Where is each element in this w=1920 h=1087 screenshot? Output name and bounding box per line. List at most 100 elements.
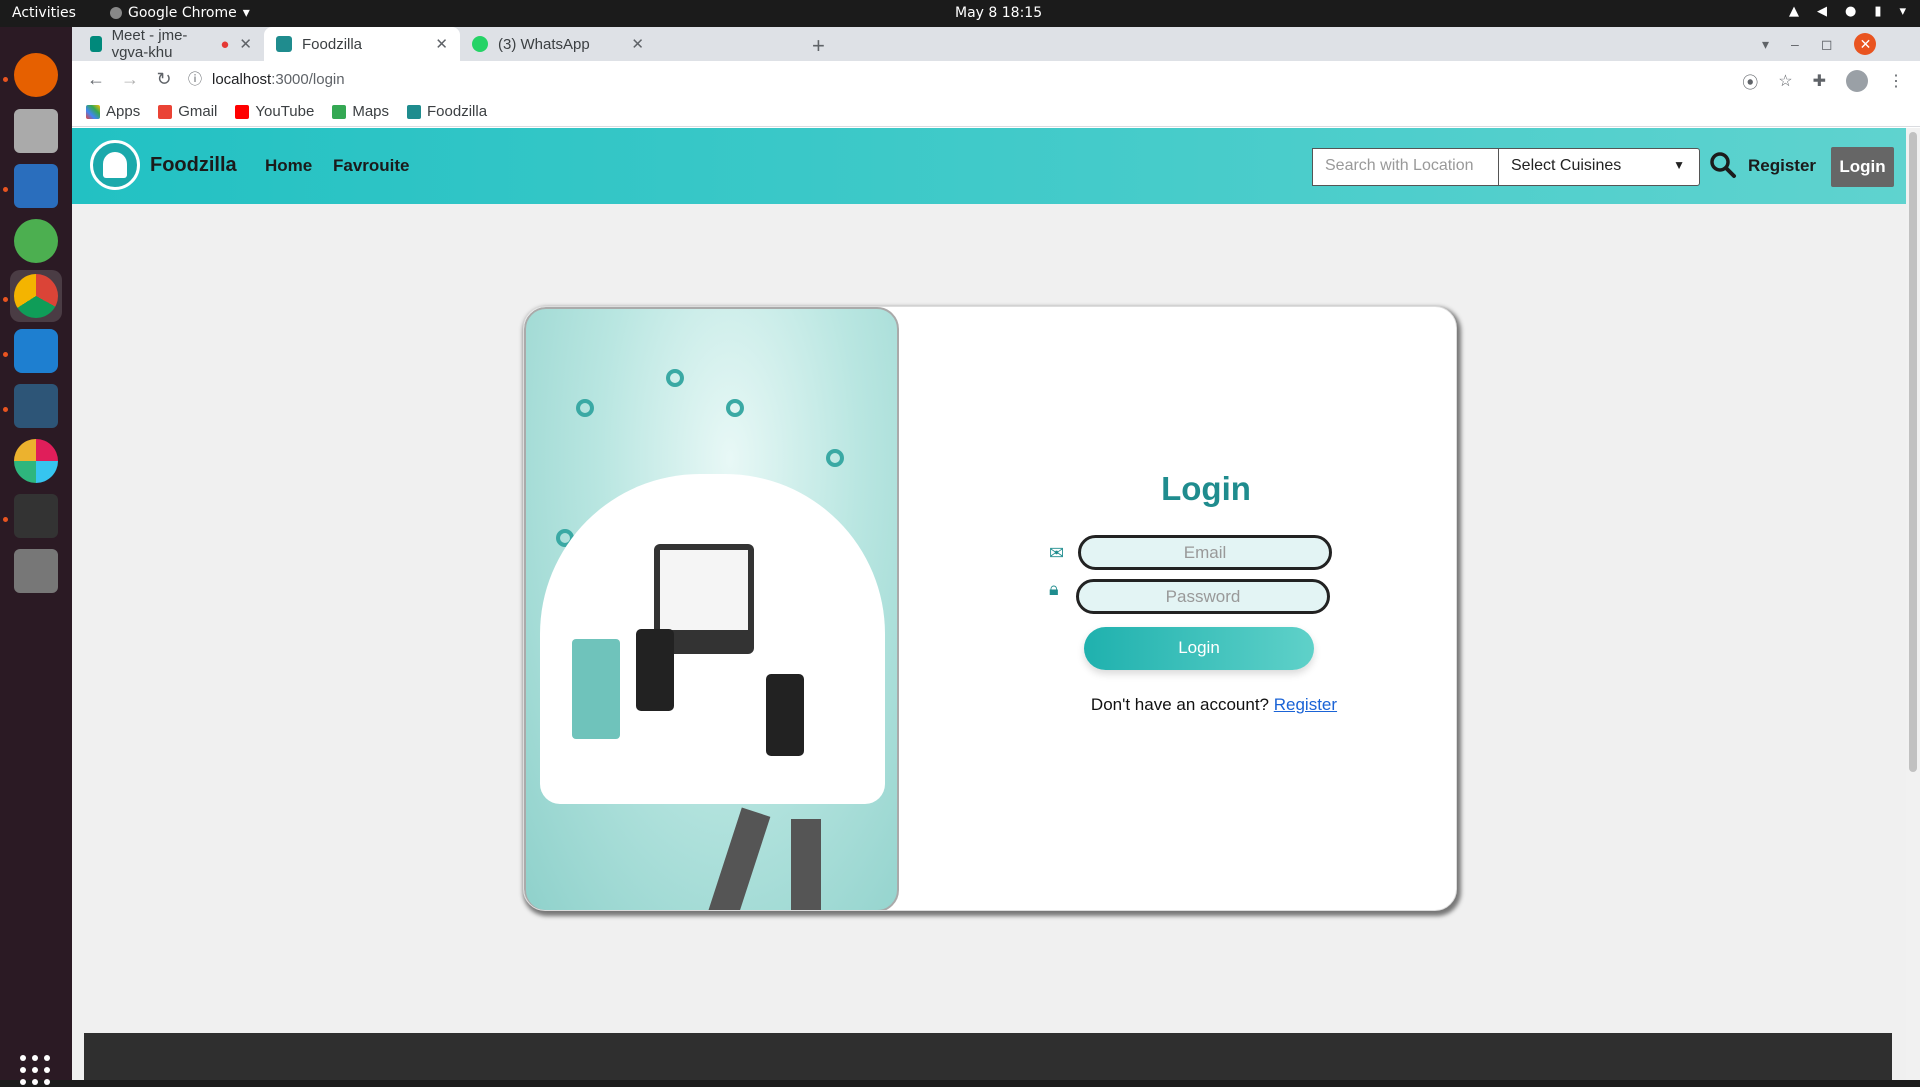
app-icon <box>14 219 58 263</box>
tab-whatsapp[interactable]: (3) WhatsApp ✕ <box>460 27 656 61</box>
dolphin-icon <box>14 384 58 428</box>
nav-favourite[interactable]: Favrouite <box>333 156 410 176</box>
address-bar[interactable]: ⓘ localhost:3000/login <box>182 64 1822 94</box>
maximize-icon[interactable]: ◻ <box>1821 36 1833 53</box>
terminal-icon <box>14 494 58 538</box>
slack-launcher[interactable] <box>10 435 62 487</box>
system-tray[interactable]: ▲ ◀ ● ▮ ▾ <box>1789 4 1906 19</box>
cloud-devices-illustration <box>524 307 899 910</box>
apps-grid-icon <box>86 104 100 119</box>
info-icon[interactable]: ⓘ <box>188 69 202 89</box>
tab-label: (3) WhatsApp <box>498 35 590 53</box>
page-scrollbar[interactable] <box>1906 128 1920 1080</box>
dock <box>0 27 72 1085</box>
browser-toolbar: ← → ↻ ⓘ localhost:3000/login ⦿ ☆ ✚ ⋮ <box>72 61 1920 97</box>
nav-login-button[interactable]: Login <box>1831 147 1894 187</box>
search-icon[interactable] <box>1708 150 1738 180</box>
nav-home[interactable]: Home <box>265 156 312 176</box>
login-title: Login <box>1161 470 1251 507</box>
password-field[interactable]: Password <box>1076 579 1330 614</box>
foodzilla-icon <box>407 104 422 119</box>
toolbar-icons: ⦿ ☆ ✚ ⋮ <box>1742 69 1904 93</box>
cuisine-select[interactable]: Select Cuisines ▼ <box>1498 148 1700 186</box>
bookmarks-bar: Apps Gmail YouTube Maps Foodzilla <box>72 97 1920 127</box>
profile-avatar[interactable] <box>1846 70 1868 92</box>
meet-icon <box>90 36 102 52</box>
close-icon[interactable]: ✕ <box>435 35 448 53</box>
magnifier-icon <box>14 549 58 593</box>
location-search-input[interactable]: Search with Location <box>1312 148 1500 186</box>
window-controls: ▾ – ◻ ✕ <box>1762 33 1877 55</box>
nav-register[interactable]: Register <box>1748 156 1816 176</box>
reload-icon[interactable]: ↻ <box>154 69 174 90</box>
battery-icon: ▮ <box>1874 4 1882 19</box>
login-submit-button[interactable]: Login <box>1084 627 1314 670</box>
bookmark-label: Apps <box>106 103 141 120</box>
cuisine-select-value: Select Cuisines <box>1511 157 1622 174</box>
forward-icon[interactable]: → <box>120 69 140 90</box>
app-launcher[interactable] <box>10 215 62 267</box>
tab-foodzilla[interactable]: Foodzilla ✕ <box>264 27 460 61</box>
gmail-icon <box>158 104 173 119</box>
slack-icon <box>14 439 58 483</box>
vscode-icon <box>14 329 58 373</box>
activities-button[interactable]: Activities <box>12 5 76 21</box>
bookmark-maps[interactable]: Maps <box>332 103 389 120</box>
screenshot-launcher[interactable] <box>10 545 62 597</box>
browser-window: Meet - jme-vgva-khu ● ✕ Foodzilla ✕ (3) … <box>72 27 1920 1080</box>
clock[interactable]: May 8 18:15 <box>955 5 1042 21</box>
foodzilla-icon <box>276 36 292 52</box>
chrome-launcher[interactable] <box>10 270 62 322</box>
running-indicator <box>3 517 8 522</box>
url-host: localhost <box>212 70 272 88</box>
tab-meet[interactable]: Meet - jme-vgva-khu ● ✕ <box>78 27 264 61</box>
running-indicator <box>3 187 8 192</box>
tab-search-icon[interactable]: ▾ <box>1762 36 1769 53</box>
close-window-icon[interactable]: ✕ <box>1854 33 1877 55</box>
bookmark-label: Maps <box>352 103 390 120</box>
firefox-launcher[interactable] <box>10 49 62 101</box>
signup-prompt-text: Don't have an account? <box>1090 695 1270 714</box>
minimize-icon[interactable]: – <box>1791 36 1799 52</box>
brand[interactable]: Foodzilla <box>90 140 237 190</box>
extensions-icon[interactable]: ✚ <box>1813 71 1826 91</box>
terminal-launcher[interactable] <box>10 490 62 542</box>
site-footer <box>84 1033 1892 1080</box>
bookmark-label: YouTube <box>255 103 315 120</box>
scrollbar-thumb[interactable] <box>1909 132 1917 772</box>
chevron-down-icon: ▼ <box>1673 158 1685 172</box>
menu-kebab-icon[interactable]: ⋮ <box>1888 71 1904 91</box>
mic-icon: ● <box>1844 4 1857 19</box>
register-link[interactable]: Register <box>1274 695 1337 714</box>
tab-label: Meet - jme-vgva-khu <box>111 27 188 61</box>
chrome-icon <box>14 274 58 318</box>
vscode-launcher[interactable] <box>10 325 62 377</box>
back-icon[interactable]: ← <box>86 69 106 90</box>
running-indicator <box>3 352 8 357</box>
tab-label: Foodzilla <box>302 35 363 53</box>
firefox-icon <box>14 53 58 97</box>
location-icon[interactable]: ⦿ <box>1742 69 1758 93</box>
chef-hat-icon <box>90 140 140 190</box>
email-field[interactable]: Email <box>1078 535 1332 570</box>
new-tab-icon[interactable]: + <box>812 33 825 59</box>
app-menu-label: Google Chrome <box>128 5 237 21</box>
bookmark-youtube[interactable]: YouTube <box>235 103 314 120</box>
volume-icon: ◀ <box>1816 4 1827 19</box>
bookmark-foodzilla[interactable]: Foodzilla <box>407 103 487 120</box>
bookmark-star-icon[interactable]: ☆ <box>1778 71 1792 91</box>
youtube-icon <box>235 104 250 119</box>
bookmark-gmail[interactable]: Gmail <box>158 103 217 120</box>
power-menu-icon: ▾ <box>1899 4 1906 19</box>
close-icon[interactable]: ✕ <box>631 35 644 53</box>
writer-launcher[interactable] <box>10 160 62 212</box>
signup-prompt: Don't have an account? Register <box>1064 695 1364 715</box>
mysql-workbench-launcher[interactable] <box>10 380 62 432</box>
close-icon[interactable]: ✕ <box>239 35 252 53</box>
files-launcher[interactable] <box>10 105 62 157</box>
maps-icon <box>332 104 347 119</box>
app-menu[interactable]: Google Chrome ▾ <box>110 5 250 21</box>
brand-name: Foodzilla <box>150 153 237 176</box>
bookmark-apps[interactable]: Apps <box>86 103 140 120</box>
show-applications-icon[interactable] <box>20 1055 52 1087</box>
